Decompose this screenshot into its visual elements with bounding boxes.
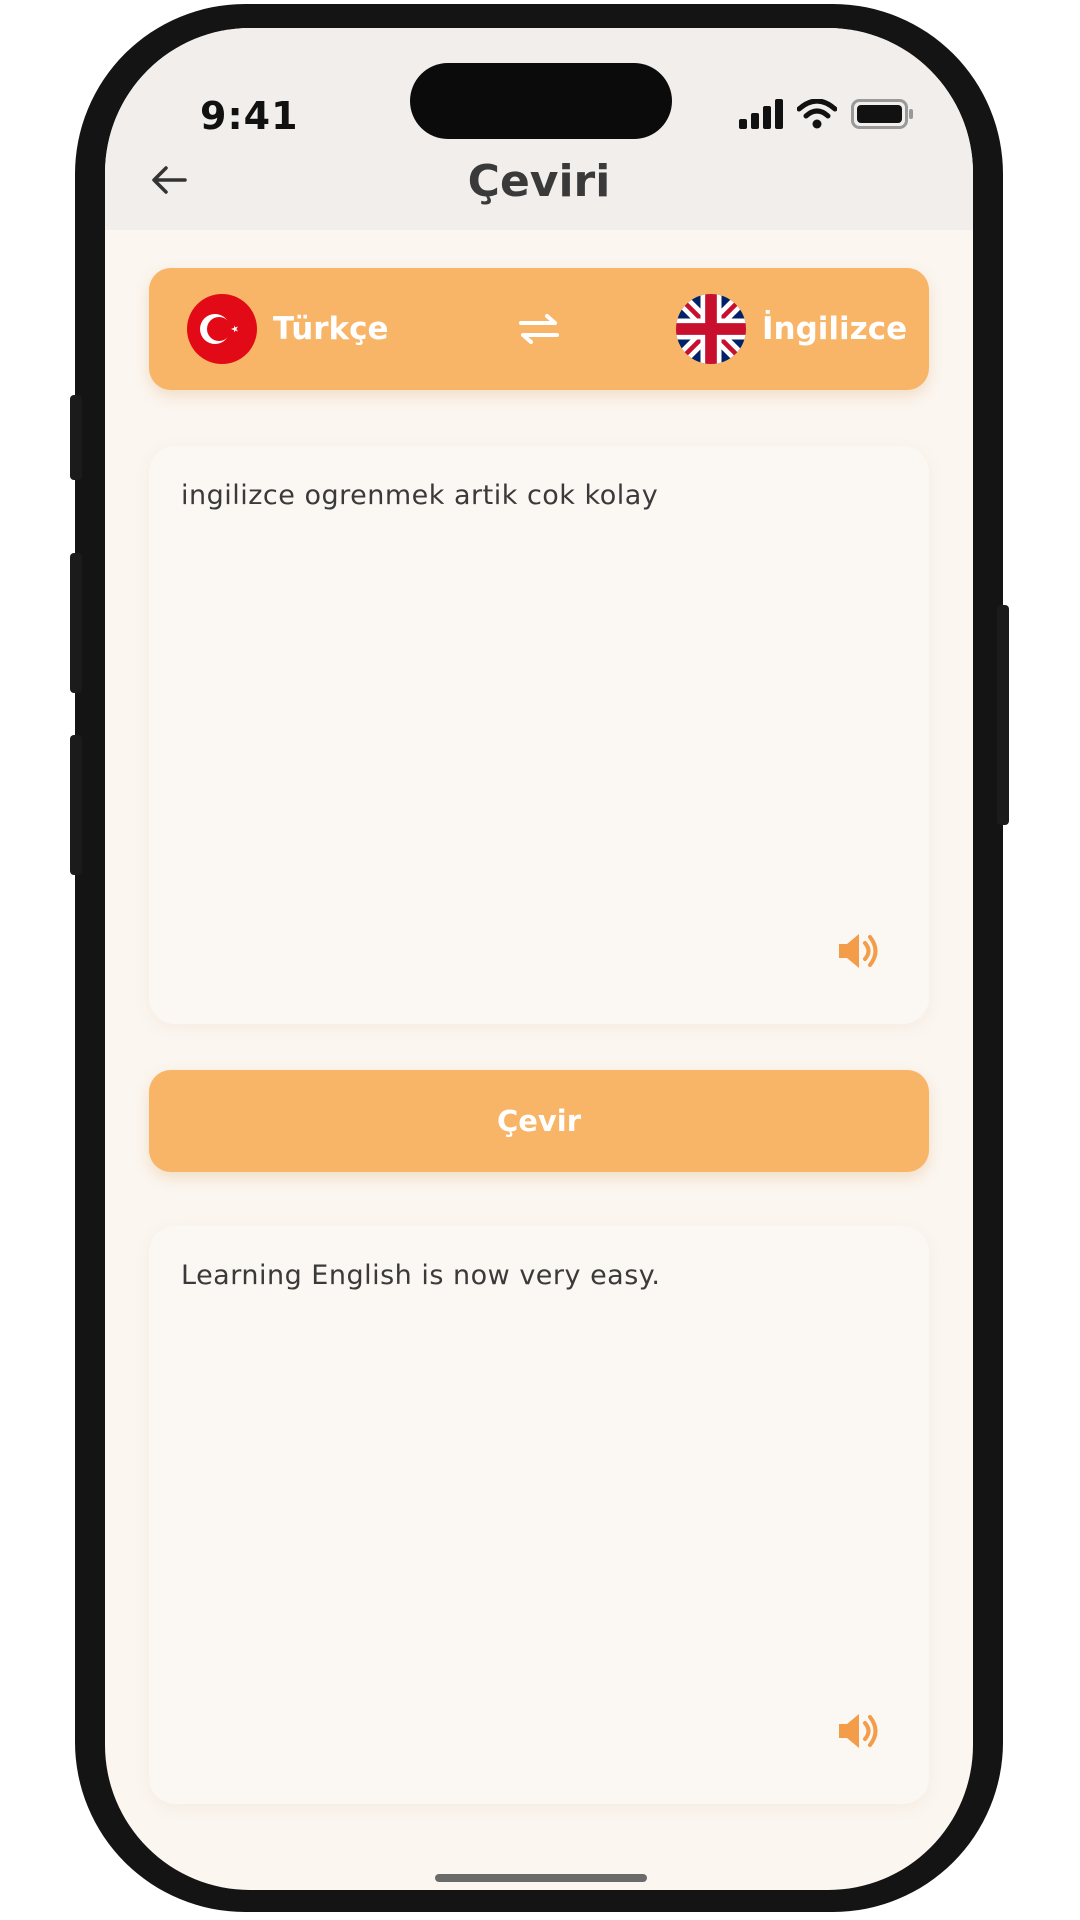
screen: 9:41 Çeviri Türkçe İngilizce ingilizce o… bbox=[105, 28, 973, 1890]
side-button-power bbox=[997, 605, 1009, 825]
source-text: ingilizce ogrenmek artik cok kolay bbox=[181, 480, 659, 511]
source-language-label: Türkçe bbox=[273, 311, 389, 347]
status-icons bbox=[739, 94, 915, 134]
translated-text: Learning English is now very easy. bbox=[181, 1260, 661, 1291]
translate-button[interactable]: Çevir bbox=[149, 1070, 929, 1172]
language-selector: Türkçe İngilizce bbox=[149, 268, 929, 390]
source-text-box[interactable]: ingilizce ogrenmek artik cok kolay bbox=[149, 446, 929, 1024]
side-button-silent bbox=[70, 395, 82, 480]
turkey-flag-icon bbox=[187, 294, 257, 364]
battery-icon bbox=[851, 99, 913, 129]
side-button-volume-up bbox=[70, 553, 82, 693]
translated-text-box: Learning English is now very easy. bbox=[149, 1226, 929, 1804]
side-button-volume-down bbox=[70, 735, 82, 875]
wifi-icon bbox=[797, 99, 837, 129]
swap-arrows-icon bbox=[519, 314, 559, 344]
status-time: 9:41 bbox=[200, 94, 299, 138]
source-language-button[interactable]: Türkçe bbox=[187, 268, 389, 390]
speaker-icon[interactable] bbox=[835, 928, 881, 974]
home-indicator[interactable] bbox=[435, 1874, 647, 1882]
dynamic-island bbox=[410, 63, 672, 139]
target-language-button[interactable]: İngilizce bbox=[676, 268, 907, 390]
top-bar: 9:41 Çeviri bbox=[105, 28, 973, 230]
uk-flag-icon bbox=[676, 294, 746, 364]
speaker-icon[interactable] bbox=[835, 1708, 881, 1754]
page-title: Çeviri bbox=[467, 156, 611, 207]
target-language-label: İngilizce bbox=[762, 311, 908, 347]
swap-languages-button[interactable] bbox=[509, 304, 569, 354]
cellular-signal-icon bbox=[739, 99, 783, 129]
